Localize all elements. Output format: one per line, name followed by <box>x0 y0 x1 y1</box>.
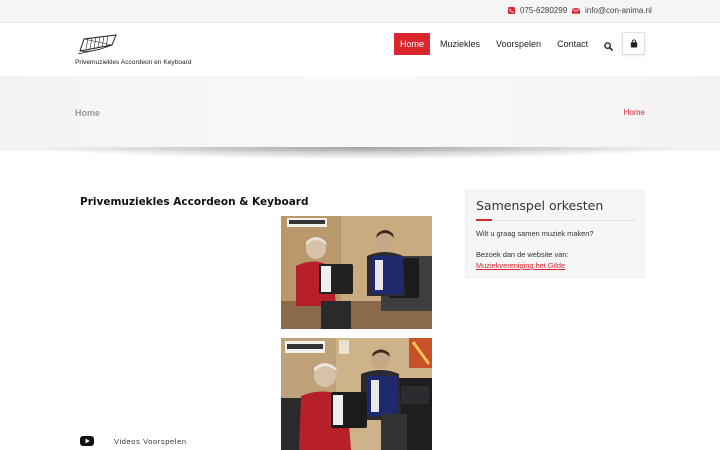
logo-caption: Privemuziekles Accordeon en Keyboard <box>75 59 192 66</box>
content-heading: Privemuziekles Accordeon & Keyboard <box>80 196 309 208</box>
accordion-logo-icon <box>77 34 117 55</box>
breadcrumb-home[interactable]: Home <box>624 108 645 117</box>
top-contact-bar: 075-6280299 info@con-anima.nl <box>0 0 720 23</box>
phone-contact[interactable]: 075-6280299 <box>508 6 567 15</box>
sidebar-title-rule <box>476 220 636 221</box>
nav-item-voorspelen[interactable]: Voorspelen <box>490 33 547 55</box>
email-address[interactable]: info@con-anima.nl <box>585 6 652 15</box>
page-title-band: Home Home <box>0 76 720 151</box>
nav-item-muziekles[interactable]: Muziekles <box>434 33 486 55</box>
phone-number[interactable]: 075-6280299 <box>520 6 567 15</box>
nav-item-home[interactable]: Home <box>394 33 431 55</box>
sidebar-title-accent <box>476 219 492 221</box>
sidebar-widget-orkesten: Samenspel orkesten Wilt u graag samen mu… <box>465 190 645 278</box>
email-contact[interactable]: info@con-anima.nl <box>572 6 652 15</box>
shopping-bag-icon <box>630 39 637 48</box>
sidebar-visit-text: Bezoek dan de website van: <box>476 250 569 259</box>
section-divider-shadow <box>40 147 680 159</box>
sidebar-title: Samenspel orkesten <box>476 198 604 213</box>
main-navigation: Home Muziekles Voorspelen Contact <box>394 33 598 55</box>
phone-icon <box>508 7 515 14</box>
search-button[interactable] <box>604 38 616 51</box>
lesson-photo-2 <box>281 338 432 450</box>
videos-label[interactable]: Videos Voorspelen <box>114 437 187 446</box>
lesson-photo-1 <box>281 216 432 329</box>
videos-voorspelen-link[interactable]: Videos Voorspelen <box>80 436 187 446</box>
gilde-website-link[interactable]: Muziekvereniging het Gilde <box>476 261 565 270</box>
page-title: Home <box>75 108 101 118</box>
sidebar-question: Wilt u graag samen muziek maken? <box>476 229 594 238</box>
cart-button[interactable] <box>622 32 645 55</box>
nav-item-contact[interactable]: Contact <box>551 33 594 55</box>
envelope-icon <box>572 7 580 14</box>
search-icon <box>604 42 613 51</box>
site-header: Privemuziekles Accordeon en Keyboard Hom… <box>0 23 720 76</box>
site-logo[interactable]: Privemuziekles Accordeon en Keyboard <box>75 33 196 66</box>
youtube-icon <box>80 436 94 446</box>
